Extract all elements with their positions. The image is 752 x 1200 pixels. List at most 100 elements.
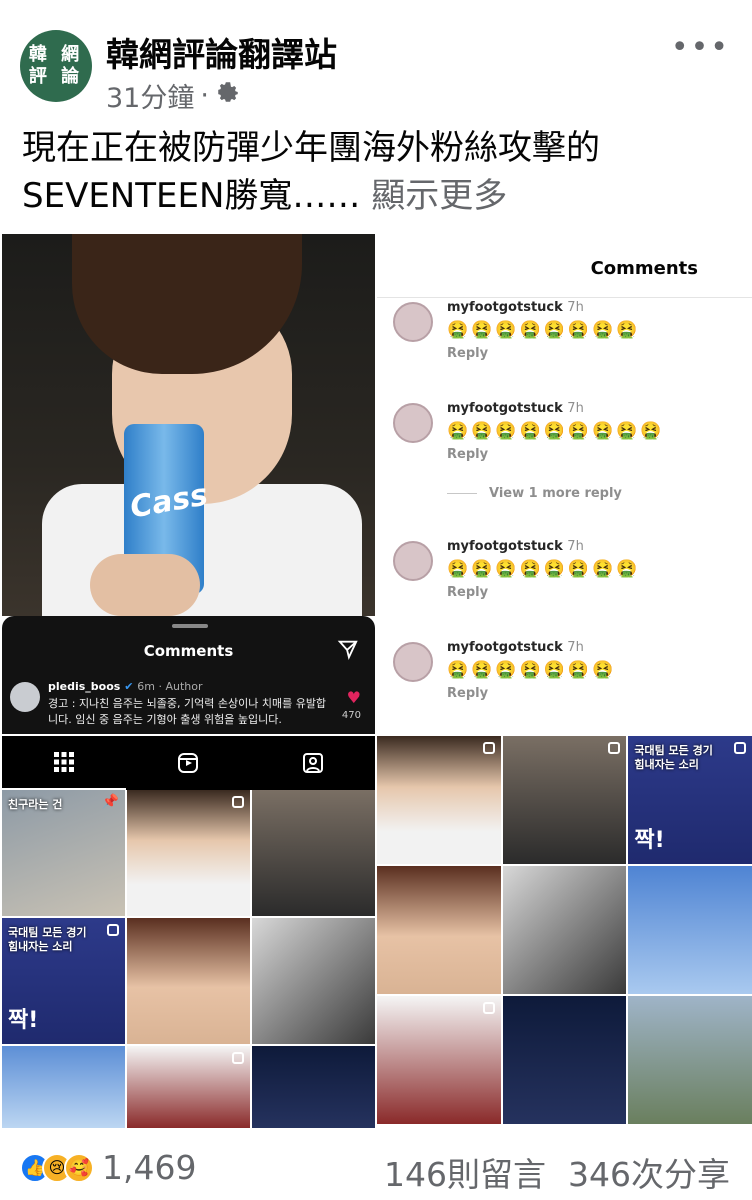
commenter-name[interactable]: myfootgotstuck xyxy=(447,401,563,416)
more-options-button[interactable]: ••• xyxy=(671,30,730,65)
comments-panel: Comments myfootgotstuck 7h 🤮🤮🤮🤮🤮🤮🤮🤮 Repl… xyxy=(377,234,752,734)
avatar-text-line-1: 韓 網 xyxy=(28,44,84,65)
commenter-name[interactable]: myfootgotstuck xyxy=(447,539,563,554)
grid-post[interactable] xyxy=(127,918,250,1044)
like-count: 470 xyxy=(341,710,361,721)
grid-post[interactable]: 국대팀 모든 경기 힘내자는 소리 짝! xyxy=(628,736,752,864)
carousel-icon xyxy=(232,796,244,808)
grid-post[interactable] xyxy=(377,866,501,994)
grid-post[interactable] xyxy=(377,736,501,864)
grid-post[interactable] xyxy=(252,790,375,916)
grid-post[interactable] xyxy=(127,1046,250,1128)
grid-post-caption: 국대팀 모든 경기 힘내자는 소리 xyxy=(634,744,713,771)
grid-post-caption-big: 짝! xyxy=(634,828,665,853)
see-more-link[interactable]: 顯示更多 xyxy=(371,176,507,216)
carousel-icon xyxy=(107,924,119,936)
commenter-line: myfootgotstuck 7h xyxy=(447,539,584,554)
profile-grid-left: 친구라는 건 📌 국대팀 모든 경기 힘내자는 소리 짝! xyxy=(2,790,375,1128)
grid-post[interactable] xyxy=(2,1046,125,1128)
comment-time: 7h xyxy=(567,640,584,655)
grid-post[interactable] xyxy=(502,866,627,994)
commenter-line: pledis_boos ✔ 6m · Author xyxy=(48,680,203,693)
carousel-icon xyxy=(608,742,621,754)
grid-icon[interactable] xyxy=(2,736,127,790)
comment-emojis: 🤮🤮🤮🤮🤮🤮🤮 xyxy=(447,660,617,680)
reaction-count: 1,469 xyxy=(102,1148,197,1187)
grid-post[interactable] xyxy=(628,866,752,994)
grid-post-caption-big: 짝! xyxy=(8,1008,39,1033)
commenter-line: myfootgotstuck 7h xyxy=(447,401,584,416)
view-more-replies[interactable]: View 1 more reply xyxy=(447,486,622,501)
meta-separator: · xyxy=(200,80,209,111)
selfie-photo: Cass xyxy=(2,234,375,616)
dark-comments-title: Comments xyxy=(143,642,234,660)
post-footer: 👍 😢 🥰 1,469 146則留言 346次分享 xyxy=(0,1140,752,1200)
post-text: 現在正在被防彈少年團海外粉絲攻擊的SEVENTEEN勝寬…… 顯示更多 xyxy=(22,124,734,220)
sheet-handle[interactable] xyxy=(172,624,208,628)
engagement-counts: 146則留言 346次分享 xyxy=(384,1148,730,1196)
commenter-avatar[interactable] xyxy=(393,541,433,581)
grid-post[interactable] xyxy=(252,1046,375,1128)
send-icon[interactable] xyxy=(337,638,359,665)
tagged-icon[interactable] xyxy=(251,736,375,790)
commenter-avatar[interactable] xyxy=(393,403,433,443)
post-body: 現在正在被防彈少年團海外粉絲攻擊的SEVENTEEN勝寬…… xyxy=(22,128,600,216)
comment-time: 7h xyxy=(567,300,584,315)
divider-line xyxy=(447,493,477,494)
view-more-label: View 1 more reply xyxy=(489,486,622,501)
gear-icon xyxy=(215,79,241,112)
heart-icon[interactable]: ♥ xyxy=(347,688,361,707)
avatar-text-line-2: 評 論 xyxy=(28,66,84,87)
grid-post[interactable] xyxy=(628,996,752,1124)
commenter-name[interactable]: myfootgotstuck xyxy=(447,640,563,655)
comment-emojis: 🤮🤮🤮🤮🤮🤮🤮🤮 xyxy=(447,320,641,340)
commenter-name[interactable]: pledis_boos xyxy=(48,680,120,693)
comment-emojis: 🤮🤮🤮🤮🤮🤮🤮🤮 xyxy=(447,559,641,579)
page-name[interactable]: 韓網評論翻譯站 xyxy=(106,28,337,76)
post-time[interactable]: 31分鐘 xyxy=(106,76,194,115)
reply-button[interactable]: Reply xyxy=(447,585,488,600)
verified-icon: ✔ xyxy=(124,680,134,693)
reply-button[interactable]: Reply xyxy=(447,447,488,462)
comments-count[interactable]: 146則留言 xyxy=(384,1148,546,1196)
commenter-line: myfootgotstuck 7h xyxy=(447,640,584,655)
commenter-name[interactable]: myfootgotstuck xyxy=(447,300,563,315)
carousel-icon xyxy=(482,742,495,754)
reels-icon[interactable] xyxy=(126,736,250,790)
carousel-icon xyxy=(482,1002,495,1014)
carousel-icon xyxy=(232,1052,244,1064)
grid-post-caption: 친구라는 건 xyxy=(8,798,63,811)
grid-post-caption: 국대팀 모든 경기 힘내자는 소리 xyxy=(8,926,87,953)
post-meta: 31分鐘 · xyxy=(106,76,241,115)
shares-count[interactable]: 346次分享 xyxy=(568,1148,730,1196)
comment-item: myfootgotstuck 7h 🤮🤮🤮🤮🤮🤮🤮🤮 Reply xyxy=(393,539,743,619)
pin-icon: 📌 xyxy=(101,794,119,810)
comment-emojis: 🤮🤮🤮🤮🤮🤮🤮🤮🤮 xyxy=(447,421,665,441)
comment-item: myfootgotstuck 7h 🤮🤮🤮🤮🤮🤮🤮🤮 Reply xyxy=(393,300,743,380)
grid-post[interactable] xyxy=(377,996,501,1124)
reply-button[interactable]: Reply xyxy=(447,346,488,361)
comments-topbar: Comments xyxy=(377,234,752,298)
post-media[interactable]: Cass Comments pledis_boos ✔ 6m · Author … xyxy=(0,234,752,1128)
grid-post[interactable]: 국대팀 모든 경기 힘내자는 소리 짝! xyxy=(2,918,125,1044)
grid-post[interactable] xyxy=(252,918,375,1044)
reactions-summary[interactable]: 👍 😢 🥰 1,469 xyxy=(20,1148,196,1187)
commenter-avatar[interactable] xyxy=(10,682,40,712)
profile-grid-right: 국대팀 모든 경기 힘내자는 소리 짝! xyxy=(377,736,752,1124)
grid-post[interactable] xyxy=(502,736,627,864)
grid-post[interactable] xyxy=(127,790,250,916)
care-icon: 🥰 xyxy=(64,1152,94,1183)
grid-post[interactable]: 친구라는 건 📌 xyxy=(2,790,125,916)
profile-tabs xyxy=(2,736,375,790)
commenter-avatar[interactable] xyxy=(393,302,433,342)
commenter-line: myfootgotstuck 7h xyxy=(447,300,584,315)
hand-shape xyxy=(90,554,200,616)
commenter-avatar[interactable] xyxy=(393,642,433,682)
grid-post[interactable] xyxy=(502,996,627,1124)
comment-text: 경고 : 지나친 음주는 뇌졸중, 기억력 손상이나 치매를 유발합니다. 임신… xyxy=(48,697,327,726)
reply-button[interactable]: Reply xyxy=(447,686,488,701)
comment-item: myfootgotstuck 7h 🤮🤮🤮🤮🤮🤮🤮🤮🤮 Reply xyxy=(393,401,743,481)
page-avatar[interactable]: 韓 網 評 論 xyxy=(20,30,92,102)
post-header: 韓 網 評 論 韓網評論翻譯站 31分鐘 · ••• xyxy=(0,0,752,115)
comment-time: 6m · Author xyxy=(137,680,203,693)
